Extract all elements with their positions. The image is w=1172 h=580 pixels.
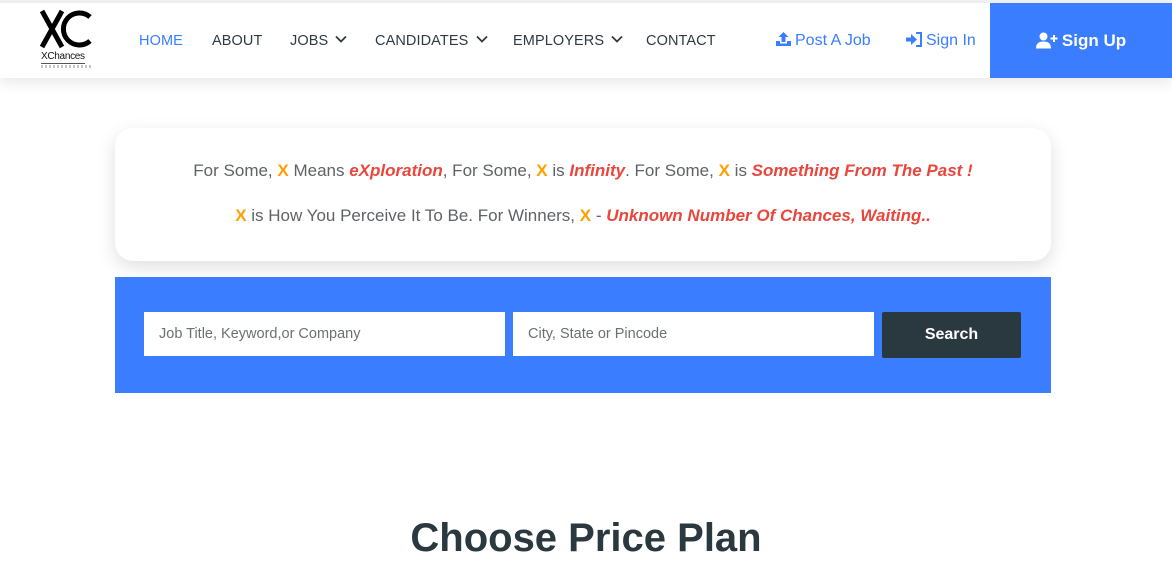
nav-candidates-label: CANDIDATES xyxy=(375,33,469,49)
sign-in-label: Sign In xyxy=(926,32,976,49)
chevron-down-icon xyxy=(335,35,348,43)
logo-tagline xyxy=(41,65,91,68)
user-plus-icon xyxy=(1035,32,1058,49)
xchances-logo-mark-icon xyxy=(40,9,92,49)
tagline-x: X xyxy=(536,161,548,180)
sign-up-label: Sign Up xyxy=(1061,30,1127,50)
nav-about[interactable]: ABOUT xyxy=(212,32,262,50)
nav-home-label: HOME xyxy=(139,33,183,49)
chevron-down-icon xyxy=(475,35,488,43)
post-job-label: Post A Job xyxy=(795,32,871,49)
tagline-text: is xyxy=(729,161,752,180)
nav-jobs[interactable]: JOBS xyxy=(290,32,348,50)
nav-candidates[interactable]: CANDIDATES xyxy=(375,32,488,50)
location-search-input[interactable] xyxy=(513,312,874,356)
search-button[interactable]: Search xyxy=(882,312,1021,358)
keyword-search-input[interactable] xyxy=(144,312,505,356)
tagline-line-2: X is How You Perceive It To Be. For Winn… xyxy=(115,205,1051,227)
tagline-text: . For Some, xyxy=(625,161,719,180)
nav-home[interactable]: HOME xyxy=(139,32,183,50)
job-search-panel: Search xyxy=(115,277,1051,393)
tagline-text: , For Some, xyxy=(442,161,537,180)
logo-wordmark: XChances xyxy=(41,51,85,64)
sign-in-link[interactable]: Sign In xyxy=(905,31,976,51)
tagline-text: Means xyxy=(288,161,350,180)
tagline-x: X xyxy=(235,206,247,225)
tagline-x: X xyxy=(277,161,289,180)
chevron-down-icon xyxy=(611,35,623,43)
tagline-line-1: For Some, X Means eXploration, For Some,… xyxy=(115,160,1051,182)
navbar: XChances HOME ABOUT JOBS CANDIDATES EMPL… xyxy=(0,3,1172,78)
post-job-link[interactable]: Post A Job xyxy=(775,31,871,51)
sign-up-button[interactable]: Sign Up xyxy=(990,3,1172,78)
logo[interactable]: XChances xyxy=(40,9,94,71)
nav-about-label: ABOUT xyxy=(212,33,263,49)
upload-icon xyxy=(776,32,791,46)
tagline-x: X xyxy=(718,161,730,180)
tagline-text: For Some, xyxy=(193,161,278,180)
tagline-emphasis: eXploration xyxy=(349,161,443,180)
nav-jobs-label: JOBS xyxy=(290,33,329,49)
nav-employers[interactable]: EMPLOYERS xyxy=(513,32,623,50)
tagline-card: For Some, X Means eXploration, For Some,… xyxy=(115,128,1051,261)
tagline-emphasis: Infinity xyxy=(569,161,626,180)
nav-contact[interactable]: CONTACT xyxy=(646,32,716,50)
tagline-text: is xyxy=(547,161,570,180)
sign-in-icon xyxy=(906,32,922,47)
tagline-text: - xyxy=(591,206,607,225)
nav-employers-label: EMPLOYERS xyxy=(513,33,605,49)
tagline-x: X xyxy=(579,206,592,225)
price-plan-title: Choose Price Plan xyxy=(410,516,762,560)
nav-contact-label: CONTACT xyxy=(646,33,716,49)
tagline-emphasis: Unknown Number Of Chances, Waiting.. xyxy=(606,206,931,225)
tagline-emphasis: Something From The Past ! xyxy=(751,161,973,180)
tagline-text: is How You Perceive It To Be. For Winner… xyxy=(246,206,580,225)
